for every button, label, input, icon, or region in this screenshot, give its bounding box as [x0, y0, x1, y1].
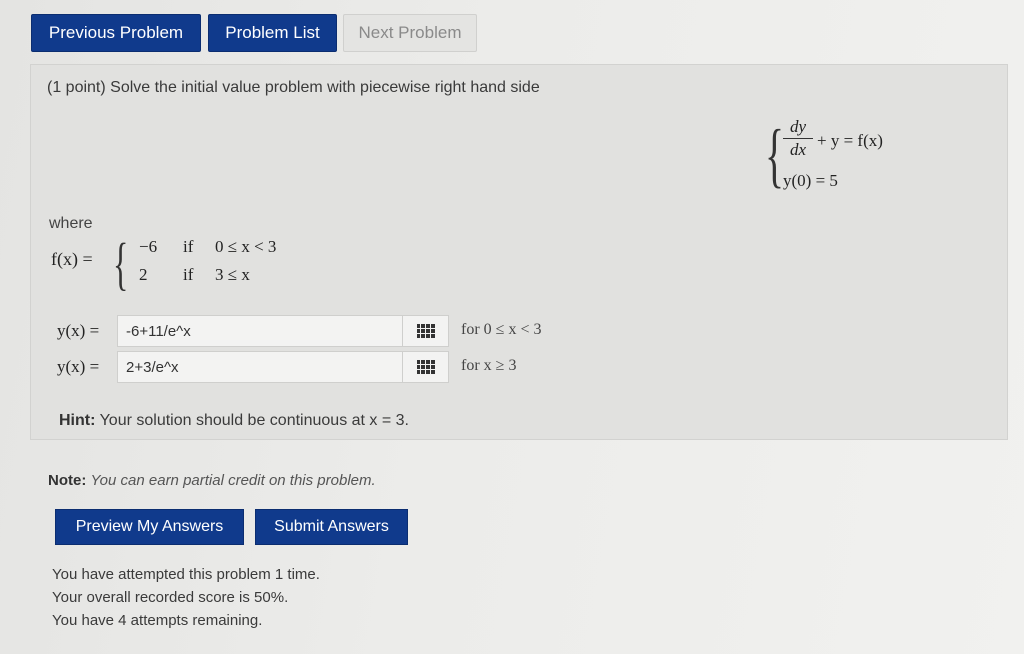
case-row: −6 if 0 ≤ x < 3 [139, 237, 339, 259]
answer-input-1[interactable] [126, 316, 394, 346]
submit-answers-button[interactable]: Submit Answers [255, 509, 408, 545]
hint: Hint: Your solution should be continuous… [59, 412, 409, 430]
fraction-numerator: dy [789, 117, 807, 136]
partial-credit-note: Note: You can earn partial credit on thi… [48, 472, 376, 489]
attempts-status: You have attempted this problem 1 time. [52, 566, 320, 583]
answer-domain-1: for 0 ≤ x < 3 [461, 321, 542, 338]
piecewise-definition: f(x) = { −6 if 0 ≤ x < 3 2 if 3 ≤ x [51, 233, 331, 297]
piecewise-brace: { [113, 231, 129, 296]
initial-condition: y(0) = 5 [783, 171, 838, 190]
remaining-attempts-status: You have 4 attempts remaining. [52, 612, 263, 629]
case-value: −6 [139, 237, 158, 256]
score-status: Your overall recorded score is 50%. [52, 589, 289, 606]
note-label: Note: [48, 472, 87, 489]
answer-input-1-box [117, 315, 403, 347]
where-label: where [49, 215, 93, 232]
previous-problem-button[interactable]: Previous Problem [31, 14, 201, 52]
problem-list-button[interactable]: Problem List [208, 14, 337, 52]
ode-equation-rest: + y = f(x) [817, 131, 883, 150]
case-condition: 0 ≤ x < 3 [215, 237, 277, 256]
case-value: 2 [139, 265, 148, 284]
hint-text: Your solution should be continuous at x … [99, 412, 409, 429]
case-condition: 3 ≤ x [215, 265, 250, 284]
ode-system: { dy dx + y = f(x) y(0) = 5 [765, 113, 925, 199]
f-label: f(x) = [51, 249, 93, 269]
case-row: 2 if 3 ≤ x [139, 265, 339, 287]
problem-panel: (1 point) Solve the initial value proble… [30, 64, 1008, 440]
hint-label: Hint: [59, 412, 96, 429]
system-brace: { [765, 115, 785, 195]
case-keyword: if [183, 265, 194, 284]
problem-intro: (1 point) Solve the initial value proble… [47, 79, 540, 96]
equation-editor-button-2[interactable] [403, 351, 449, 383]
grid-icon [416, 360, 435, 374]
grid-icon [416, 324, 435, 338]
answer-input-2-box [117, 351, 403, 383]
equation-editor-button-1[interactable] [403, 315, 449, 347]
note-text: You can earn partial credit on this prob… [90, 472, 376, 489]
next-problem-button[interactable]: Next Problem [343, 14, 477, 52]
answer-input-2[interactable] [126, 352, 394, 382]
answer-label-2: y(x) = [57, 357, 100, 376]
answer-label-1: y(x) = [57, 321, 100, 340]
case-keyword: if [183, 237, 194, 256]
answer-domain-2: for x ≥ 3 [461, 357, 517, 374]
preview-answers-button[interactable]: Preview My Answers [55, 509, 244, 545]
fraction-denominator: dx [789, 140, 807, 159]
derivative-fraction: dy dx [783, 117, 813, 160]
